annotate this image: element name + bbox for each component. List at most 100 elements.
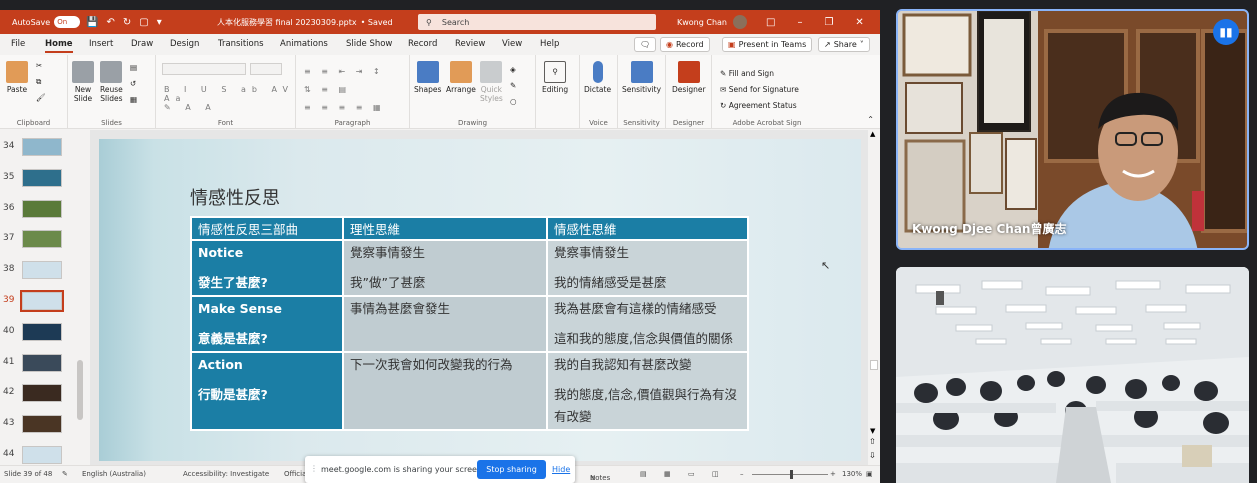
tab-insert[interactable]: Insert (89, 39, 113, 49)
slide-thumbnail[interactable] (22, 168, 62, 187)
scroll-down-icon[interactable]: ▼ (870, 427, 875, 435)
font-format-buttons[interactable]: B I U S ab AV Aa (164, 85, 295, 103)
tab-review[interactable]: Review (455, 39, 485, 49)
slide-title[interactable]: 情感性反思 (190, 184, 280, 210)
slide-thumbnail[interactable] (22, 384, 62, 403)
slide-thumbnail[interactable] (22, 322, 62, 341)
tab-help[interactable]: Help (540, 39, 559, 49)
slideshow-icon[interactable]: ▢ (139, 17, 148, 28)
undo-icon[interactable]: ↶ (106, 17, 114, 28)
zoom-level[interactable]: 130% (842, 470, 862, 478)
previous-slide-icon[interactable]: ⇧ (869, 437, 876, 446)
table-cell[interactable]: Notice 發生了甚麼? (190, 239, 344, 297)
zoom-out-icon[interactable]: – (740, 470, 744, 478)
close-icon[interactable]: ✕ (855, 17, 863, 28)
slide-thumbnail[interactable] (22, 230, 62, 249)
slideshow-view-icon[interactable]: ◫ (712, 470, 719, 478)
tab-draw[interactable]: Draw (131, 39, 153, 49)
table-cell[interactable]: Action 行動是甚麼? (190, 351, 344, 431)
font-family-select[interactable] (162, 63, 246, 75)
slide-thumbnail[interactable] (22, 446, 62, 464)
shape-effects-icon[interactable]: ○ (510, 97, 517, 106)
tab-design[interactable]: Design (170, 39, 199, 49)
tab-home[interactable]: Home (45, 39, 73, 53)
table-header-cell[interactable]: 理性思維 (342, 216, 548, 241)
scroll-up-icon[interactable]: ▲ (870, 130, 875, 138)
tab-animations[interactable]: Animations (280, 39, 328, 49)
reading-view-icon[interactable]: ▭ (688, 470, 695, 478)
slide-thumbnail[interactable] (22, 138, 62, 156)
redo-icon[interactable]: ↻ (123, 17, 131, 28)
designer-button[interactable]: Designer (672, 61, 706, 94)
table-header-cell[interactable]: 情感性思維 (546, 216, 749, 241)
copy-icon[interactable]: ⧉ (36, 77, 41, 87)
table-cell[interactable]: 事情為甚麼會發生 (342, 295, 548, 353)
dictate-button[interactable]: Dictate (584, 61, 611, 94)
slide-sorter-icon[interactable]: ▦ (664, 470, 671, 478)
record-button[interactable]: ◉ Record (660, 37, 710, 52)
zoom-slider-thumb[interactable] (790, 470, 793, 479)
spelling-icon[interactable]: ✎ (62, 470, 68, 478)
autosave-toggle[interactable]: On (54, 16, 81, 28)
shape-fill-icon[interactable]: ◈ (510, 65, 516, 74)
tab-record[interactable]: Record (408, 39, 437, 49)
slide-thumbnail[interactable] (22, 353, 62, 372)
tab-slide-show[interactable]: Slide Show (346, 39, 392, 49)
fill-sign-button[interactable]: ✎ Fill and Sign (720, 69, 774, 78)
tab-file[interactable]: File (11, 39, 25, 49)
table-cell[interactable]: 我為甚麼會有這樣的情緒感受 這和我的態度,信念與價值的關係 (546, 295, 749, 353)
language-status[interactable]: English (Australia) (82, 470, 146, 478)
quick-styles-button[interactable]: Quick Styles (480, 61, 503, 103)
comments-button[interactable]: 🗨 (634, 37, 657, 52)
scroll-thumb[interactable] (870, 360, 878, 370)
slide-thumbnail[interactable] (20, 290, 64, 312)
table-cell[interactable]: 覺察事情發生 我的情緒感受是甚麼 (546, 239, 749, 297)
send-signature-button[interactable]: ✉ Send for Signature (720, 85, 799, 94)
next-slide-icon[interactable]: ⇩ (869, 451, 876, 460)
customize-icon[interactable]: ▾ (157, 17, 162, 28)
present-in-teams-button[interactable]: ▣ Present in Teams (722, 37, 813, 52)
vertical-scrollbar[interactable]: ▲ ▼ ⇧ ⇩ (868, 130, 880, 470)
font-size-select[interactable] (250, 63, 282, 75)
table-cell[interactable]: Make Sense 意義是甚麼? (190, 295, 344, 353)
collapse-ribbon-icon[interactable]: ⌃ (867, 115, 874, 124)
section-icon[interactable]: ▦ (130, 95, 137, 104)
drag-handle-icon[interactable]: ⋮ (310, 464, 318, 473)
hide-link[interactable]: Hide (552, 465, 570, 474)
list-buttons[interactable]: ≡ ≡ ⇤ ⇥ ↕ (304, 67, 384, 76)
maximize-icon[interactable]: ❐ (824, 17, 833, 28)
agreement-status-button[interactable]: ↻ Agreement Status (720, 101, 797, 110)
normal-view-icon[interactable]: ▤ (640, 470, 647, 478)
participant-tile-classroom[interactable] (896, 267, 1249, 483)
table-cell[interactable]: 下一次我會如何改變我的行為 (342, 351, 548, 431)
table-cell[interactable]: 覺察事情發生 我”做”了甚麼 (342, 239, 548, 297)
paste-button[interactable]: Paste (6, 61, 28, 94)
share-button[interactable]: ↗ Share ˅ (818, 37, 870, 52)
sensitivity-button[interactable]: Sensitivity (622, 61, 661, 94)
reuse-slides-button[interactable]: Reuse Slides (100, 61, 123, 103)
thumbnail-scrollbar[interactable] (76, 130, 84, 450)
table-cell[interactable]: 我的自我認知有甚麼改變 我的態度,信念,價值觀與行為有沒有改變 (546, 351, 749, 431)
tab-view[interactable]: View (502, 39, 522, 49)
direction-buttons[interactable]: ⇅ ≡ ▤ (304, 85, 350, 94)
ribbon-display-icon[interactable]: □ (766, 17, 775, 28)
reflection-table[interactable]: 情感性反思三部曲 理性思維 情感性思維 Notice 發生了甚麼? 覺察事情發生 我”… (190, 216, 749, 431)
accessibility-status[interactable]: Accessibility: Investigate (183, 470, 269, 478)
user-avatar[interactable] (733, 15, 748, 29)
stop-sharing-button[interactable]: Stop sharing (477, 460, 546, 479)
table-header-cell[interactable]: 情感性反思三部曲 (190, 216, 344, 241)
zoom-in-icon[interactable]: + (830, 470, 836, 478)
new-slide-button[interactable]: New Slide (72, 61, 94, 103)
font-color-buttons[interactable]: ✎ A A (164, 103, 217, 112)
arrange-button[interactable]: Arrange (446, 61, 476, 94)
slide[interactable]: 情感性反思 情感性反思三部曲 理性思維 情感性思維 Notice 發生了甚麼? 覺察… (99, 139, 861, 461)
fit-slide-icon[interactable]: ▣ (866, 470, 873, 478)
cut-icon[interactable]: ✂ (36, 61, 42, 70)
shape-outline-icon[interactable]: ✎ (510, 81, 516, 90)
slide-thumbnail[interactable] (22, 415, 62, 434)
participant-tile-speaker[interactable]: ▮▮ Kwong Djee Chan曾廣志 (896, 9, 1249, 250)
thumbnail-scroll-thumb[interactable] (77, 360, 83, 420)
reset-icon[interactable]: ↺ (130, 79, 136, 88)
shapes-button[interactable]: Shapes (414, 61, 441, 94)
layout-icon[interactable]: ▤ (130, 63, 137, 72)
